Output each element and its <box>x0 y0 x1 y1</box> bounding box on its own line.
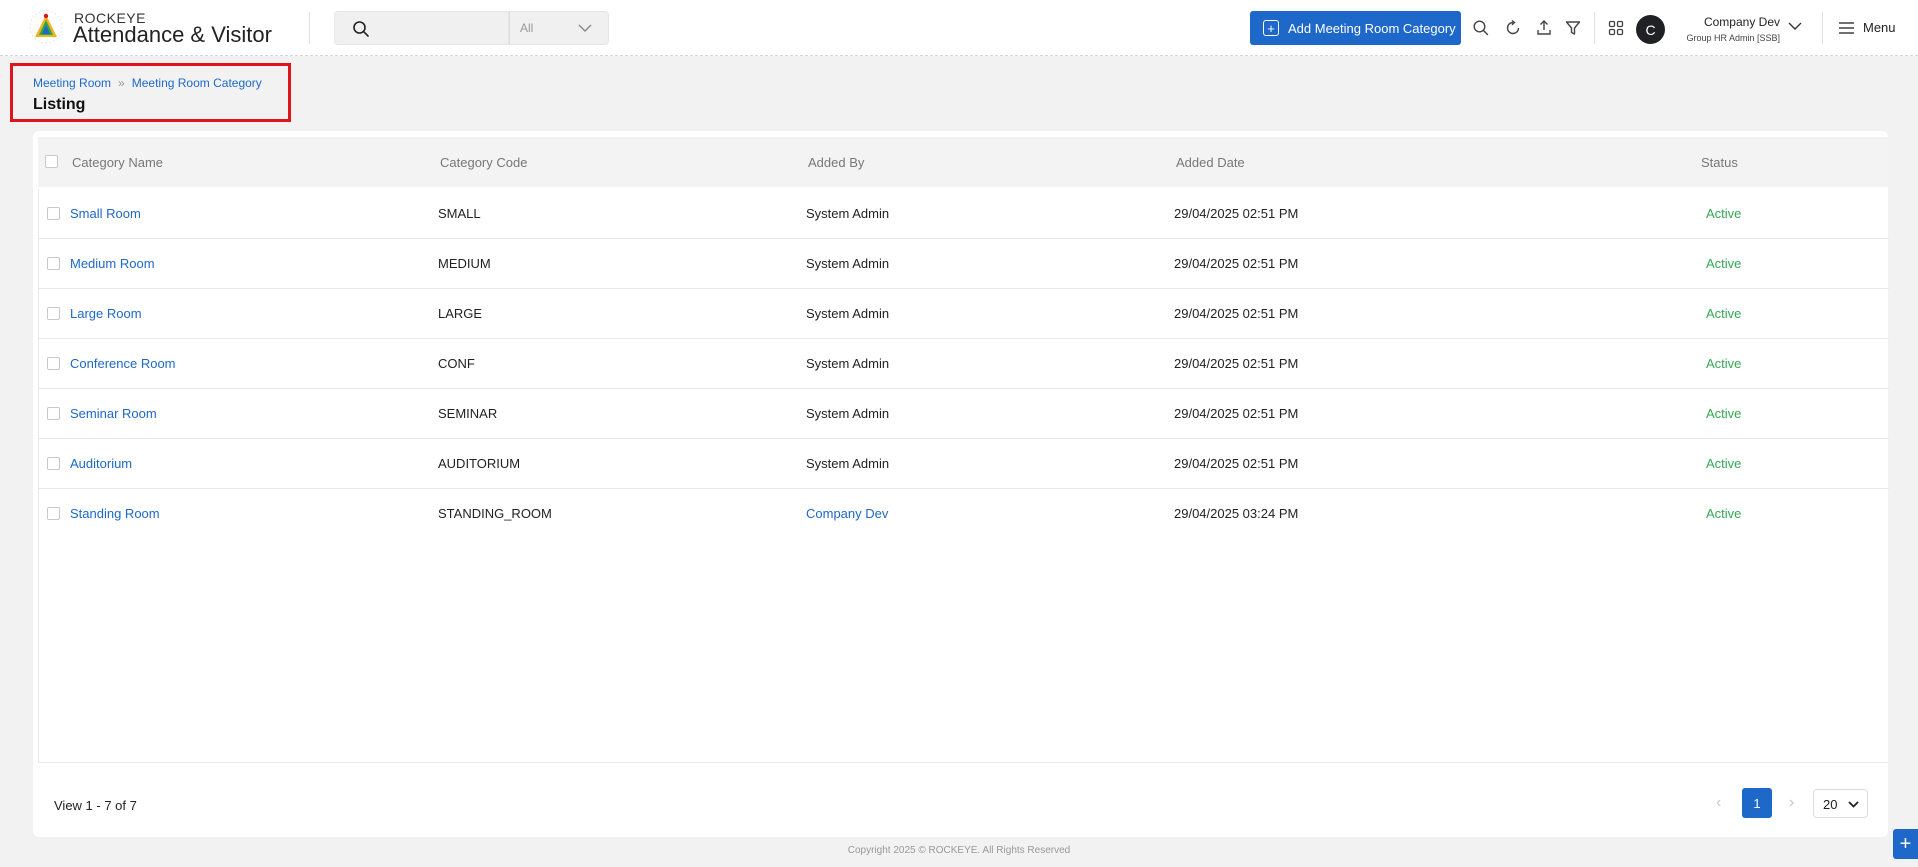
plus-icon: + <box>1263 20 1279 36</box>
page-button-current[interactable]: 1 <box>1742 788 1772 818</box>
added-by: System Admin <box>806 206 890 221</box>
filter-icon[interactable] <box>1564 19 1582 37</box>
prev-page-button[interactable]: ‹ <box>1716 794 1721 812</box>
status-badge: Active <box>1706 456 1742 471</box>
user-name[interactable]: Company Dev <box>1650 15 1780 29</box>
added-date: 29/04/2025 02:51 PM <box>1174 256 1299 271</box>
table-body: Small Room SMALL System Admin 29/04/2025… <box>38 189 1889 763</box>
divider <box>1594 12 1595 44</box>
table-row: Large Room LARGE System Admin 29/04/2025… <box>39 289 1889 339</box>
apps-grid-icon[interactable] <box>1607 19 1625 37</box>
table-row: Small Room SMALL System Admin 29/04/2025… <box>39 189 1889 239</box>
category-name-link[interactable]: Seminar Room <box>70 406 157 421</box>
added-date: 29/04/2025 02:51 PM <box>1174 356 1299 371</box>
category-name-link[interactable]: Auditorium <box>70 456 132 471</box>
table-row: Auditorium AUDITORIUM System Admin 29/04… <box>39 439 1889 489</box>
add-meeting-room-category-button[interactable]: + Add Meeting Room Category <box>1250 11 1461 45</box>
breadcrumb-item-meeting-room-category[interactable]: Meeting Room Category <box>132 76 262 90</box>
category-name-link[interactable]: Medium Room <box>70 256 155 271</box>
logo-icon[interactable] <box>28 9 64 45</box>
footer-copyright: Copyright 2025 © ROCKEYE. All Rights Res… <box>847 845 1071 856</box>
added-by-link[interactable]: Company Dev <box>806 506 888 521</box>
search-icon <box>353 21 369 37</box>
category-name-link[interactable]: Standing Room <box>70 506 160 521</box>
category-name-link[interactable]: Small Room <box>70 206 141 221</box>
chevron-right-icon: » <box>118 76 125 90</box>
added-date: 29/04/2025 02:51 PM <box>1174 456 1299 471</box>
column-header-category-name[interactable]: Category Name <box>72 155 163 170</box>
search-scope-value: All <box>520 21 534 35</box>
view-count: View 1 - 7 of 7 <box>54 798 137 813</box>
category-code: CONF <box>438 356 475 371</box>
category-code: MEDIUM <box>438 256 491 271</box>
column-header-status[interactable]: Status <box>1701 155 1738 170</box>
category-code: STANDING_ROOM <box>438 506 552 521</box>
row-checkbox[interactable] <box>47 257 60 270</box>
status-badge: Active <box>1706 206 1742 221</box>
divider <box>1822 12 1823 44</box>
user-role: Group HR Admin [SSB] <box>1686 33 1780 43</box>
added-by: System Admin <box>806 356 890 371</box>
status-badge: Active <box>1706 306 1742 321</box>
category-name-link[interactable]: Conference Room <box>70 356 176 371</box>
table-header: Category Name Category Code Added By Add… <box>38 137 1888 187</box>
next-page-button[interactable]: › <box>1789 794 1794 812</box>
page-title: Listing <box>33 96 86 113</box>
upload-icon[interactable] <box>1535 19 1553 37</box>
search-icon[interactable] <box>1472 19 1490 37</box>
added-date: 29/04/2025 02:51 PM <box>1174 206 1299 221</box>
table-row: Seminar Room SEMINAR System Admin 29/04/… <box>39 389 1889 439</box>
added-by: System Admin <box>806 456 890 471</box>
added-date: 29/04/2025 02:51 PM <box>1174 406 1299 421</box>
global-search-input[interactable] <box>334 11 509 45</box>
select-all-checkbox[interactable] <box>45 155 58 168</box>
page-size-select[interactable]: 20 <box>1813 789 1868 818</box>
category-code: LARGE <box>438 306 483 321</box>
added-by: System Admin <box>806 256 890 271</box>
category-code: SEMINAR <box>438 406 498 421</box>
column-header-added-date[interactable]: Added Date <box>1176 155 1245 170</box>
brand-name: Attendance & Visitor <box>73 22 272 47</box>
column-header-category-code[interactable]: Category Code <box>440 155 527 170</box>
category-code: SMALL <box>438 206 481 221</box>
row-checkbox[interactable] <box>47 507 60 520</box>
top-header: ROCKEYE Attendance & Visitor All + Add M… <box>0 0 1918 56</box>
search-scope-select[interactable]: All <box>509 11 609 45</box>
status-badge: Active <box>1706 506 1742 521</box>
table-row: Standing Room STANDING_ROOM Company Dev … <box>39 489 1889 539</box>
page-size-value: 20 <box>1823 797 1838 812</box>
row-checkbox[interactable] <box>47 207 60 220</box>
row-checkbox[interactable] <box>47 407 60 420</box>
added-by: System Admin <box>806 306 890 321</box>
added-by: System Admin <box>806 406 890 421</box>
status-badge: Active <box>1706 406 1742 421</box>
floating-add-button[interactable]: + <box>1893 829 1918 859</box>
table-row: Conference Room CONF System Admin 29/04/… <box>39 339 1889 389</box>
breadcrumb-item-meeting-room[interactable]: Meeting Room <box>33 76 111 90</box>
row-checkbox[interactable] <box>47 357 60 370</box>
added-date: 29/04/2025 03:24 PM <box>1174 506 1299 521</box>
status-badge: Active <box>1706 256 1742 271</box>
add-button-label: Add Meeting Room Category <box>1288 20 1456 36</box>
chevron-down-icon <box>578 24 592 32</box>
chevron-down-icon <box>1848 801 1859 808</box>
breadcrumb: Meeting Room » Meeting Room Category <box>33 76 262 90</box>
divider <box>309 12 310 44</box>
plus-icon: + <box>1899 832 1912 855</box>
hamburger-icon <box>1839 21 1854 34</box>
menu-button[interactable]: Menu <box>1838 20 1896 35</box>
row-checkbox[interactable] <box>47 307 60 320</box>
added-date: 29/04/2025 02:51 PM <box>1174 306 1299 321</box>
status-badge: Active <box>1706 356 1742 371</box>
row-checkbox[interactable] <box>47 457 60 470</box>
refresh-icon[interactable] <box>1504 19 1522 37</box>
column-header-added-by[interactable]: Added By <box>808 155 864 170</box>
table-row: Medium Room MEDIUM System Admin 29/04/20… <box>39 239 1889 289</box>
listing-card: Category Name Category Code Added By Add… <box>33 131 1889 837</box>
menu-label: Menu <box>1863 20 1896 35</box>
chevron-down-icon[interactable] <box>1788 22 1802 31</box>
category-name-link[interactable]: Large Room <box>70 306 142 321</box>
category-code: AUDITORIUM <box>438 456 521 471</box>
